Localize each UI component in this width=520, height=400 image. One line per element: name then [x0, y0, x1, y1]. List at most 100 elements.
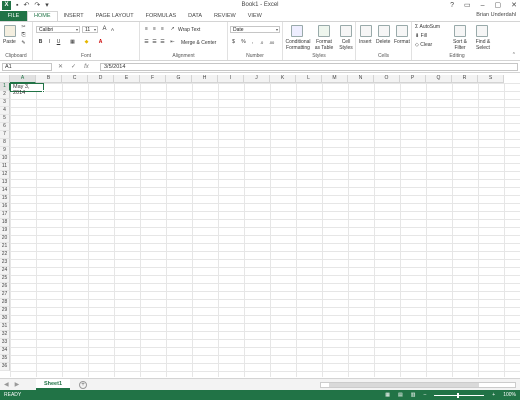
number-format-combo[interactable]: Date ▾: [230, 26, 280, 33]
merge-center-button[interactable]: Merge & Center: [181, 40, 216, 46]
tab-formulas[interactable]: FORMULAS: [140, 11, 183, 21]
format-painter-icon[interactable]: ✎: [20, 40, 27, 47]
find-select-button[interactable]: Find & Select: [472, 39, 494, 51]
wrap-text-button[interactable]: Wrap Text: [178, 27, 200, 33]
row-header[interactable]: 14: [0, 187, 10, 195]
decrease-decimal-button[interactable]: .00: [268, 39, 275, 46]
paste-icon[interactable]: [4, 25, 16, 37]
row-header[interactable]: 5: [0, 115, 10, 123]
row-header[interactable]: 13: [0, 179, 10, 187]
font-size-combo[interactable]: 11 ▾: [82, 26, 98, 33]
column-header[interactable]: H: [192, 75, 218, 83]
delete-button[interactable]: Delete: [376, 39, 390, 45]
row-header[interactable]: 31: [0, 323, 10, 331]
cell-styles-button[interactable]: Cell Styles: [337, 39, 355, 51]
copy-icon[interactable]: ⎘: [20, 32, 27, 39]
row-header[interactable]: 28: [0, 299, 10, 307]
tab-data[interactable]: DATA: [182, 11, 208, 21]
sort-filter-icon[interactable]: [454, 25, 466, 37]
insert-button[interactable]: Insert: [359, 39, 372, 45]
active-cell-a1[interactable]: May 3, 2014: [10, 83, 44, 96]
row-header[interactable]: 12: [0, 171, 10, 179]
column-header[interactable]: E: [114, 75, 140, 83]
align-left-icon[interactable]: ☰: [143, 39, 150, 46]
column-header[interactable]: Q: [426, 75, 452, 83]
row-header[interactable]: 19: [0, 227, 10, 235]
format-as-table-button[interactable]: Format as Table: [313, 39, 335, 51]
row-header[interactable]: 36: [0, 363, 10, 371]
row-header[interactable]: 23: [0, 259, 10, 267]
align-right-icon[interactable]: ☰: [159, 39, 166, 46]
collapse-ribbon-icon[interactable]: ⌃: [512, 52, 516, 58]
column-header[interactable]: R: [452, 75, 478, 83]
font-color-icon[interactable]: A: [97, 39, 104, 46]
column-header[interactable]: I: [218, 75, 244, 83]
row-header[interactable]: 10: [0, 155, 10, 163]
find-select-icon[interactable]: [476, 25, 488, 37]
insert-cells-icon[interactable]: [360, 25, 372, 37]
row-header[interactable]: 34: [0, 347, 10, 355]
tab-insert[interactable]: INSERT: [58, 11, 90, 21]
format-as-table-icon[interactable]: [318, 25, 330, 37]
horizontal-scrollbar[interactable]: [320, 382, 516, 388]
cell-styles-icon[interactable]: [340, 25, 352, 37]
new-sheet-button[interactable]: +: [79, 381, 87, 389]
row-header[interactable]: 24: [0, 267, 10, 275]
percent-button[interactable]: %: [240, 39, 247, 46]
column-header[interactable]: B: [36, 75, 62, 83]
row-header[interactable]: 30: [0, 315, 10, 323]
row-header[interactable]: 15: [0, 195, 10, 203]
ribbon-display-button[interactable]: ▭: [464, 1, 471, 10]
autosum-button[interactable]: Σ AutoSum: [415, 24, 440, 30]
column-header[interactable]: A: [10, 75, 36, 83]
sheet-tab-sheet1[interactable]: Sheet1: [36, 379, 70, 390]
zoom-out-button[interactable]: –: [424, 390, 427, 400]
fill-handle[interactable]: [42, 90, 45, 93]
row-header[interactable]: 8: [0, 139, 10, 147]
row-header[interactable]: 1: [0, 83, 10, 91]
row-header[interactable]: 2: [0, 91, 10, 99]
zoom-slider-knob[interactable]: [457, 392, 460, 398]
cut-icon[interactable]: ✂: [20, 24, 27, 31]
sort-filter-button[interactable]: Sort & Filter: [450, 39, 470, 51]
enter-icon[interactable]: ✓: [71, 63, 76, 71]
row-header[interactable]: 25: [0, 275, 10, 283]
format-cells-icon[interactable]: [396, 25, 408, 37]
delete-cells-icon[interactable]: [378, 25, 390, 37]
conditional-formatting-button[interactable]: Conditional Formatting: [284, 39, 312, 51]
zoom-level[interactable]: 100%: [503, 390, 516, 400]
column-header[interactable]: K: [270, 75, 296, 83]
column-header[interactable]: G: [166, 75, 192, 83]
page-layout-view-icon[interactable]: ▤: [398, 390, 403, 400]
page-break-view-icon[interactable]: ▥: [411, 390, 416, 400]
column-header[interactable]: O: [374, 75, 400, 83]
row-header[interactable]: 22: [0, 251, 10, 259]
maximize-button[interactable]: ▢: [495, 1, 502, 10]
column-header[interactable]: J: [244, 75, 270, 83]
conditional-formatting-icon[interactable]: [291, 25, 303, 37]
align-top-icon[interactable]: ≡: [143, 26, 150, 33]
indent-icon[interactable]: ⇤: [169, 39, 176, 46]
format-button[interactable]: Format: [394, 39, 410, 45]
zoom-in-button[interactable]: +: [492, 390, 495, 400]
increase-decimal-button[interactable]: .0: [258, 39, 265, 46]
shrink-font-icon[interactable]: A: [109, 26, 116, 33]
font-name-combo[interactable]: Calibri ▾: [36, 26, 80, 33]
paste-label[interactable]: Paste: [3, 39, 16, 45]
column-header[interactable]: P: [400, 75, 426, 83]
row-header[interactable]: 3: [0, 99, 10, 107]
cell-area[interactable]: [10, 83, 520, 377]
italic-button[interactable]: I: [46, 39, 53, 46]
currency-button[interactable]: $: [230, 39, 237, 46]
minimize-button[interactable]: –: [481, 1, 485, 10]
column-header[interactable]: L: [296, 75, 322, 83]
column-header[interactable]: F: [140, 75, 166, 83]
close-button[interactable]: ✕: [511, 1, 517, 10]
row-header[interactable]: 7: [0, 131, 10, 139]
row-header[interactable]: 33: [0, 339, 10, 347]
borders-icon[interactable]: ▦: [69, 39, 76, 46]
row-header[interactable]: 11: [0, 163, 10, 171]
tab-page-layout[interactable]: PAGE LAYOUT: [90, 11, 140, 21]
formula-input[interactable]: 3/5/2014: [100, 63, 518, 71]
row-header[interactable]: 16: [0, 203, 10, 211]
